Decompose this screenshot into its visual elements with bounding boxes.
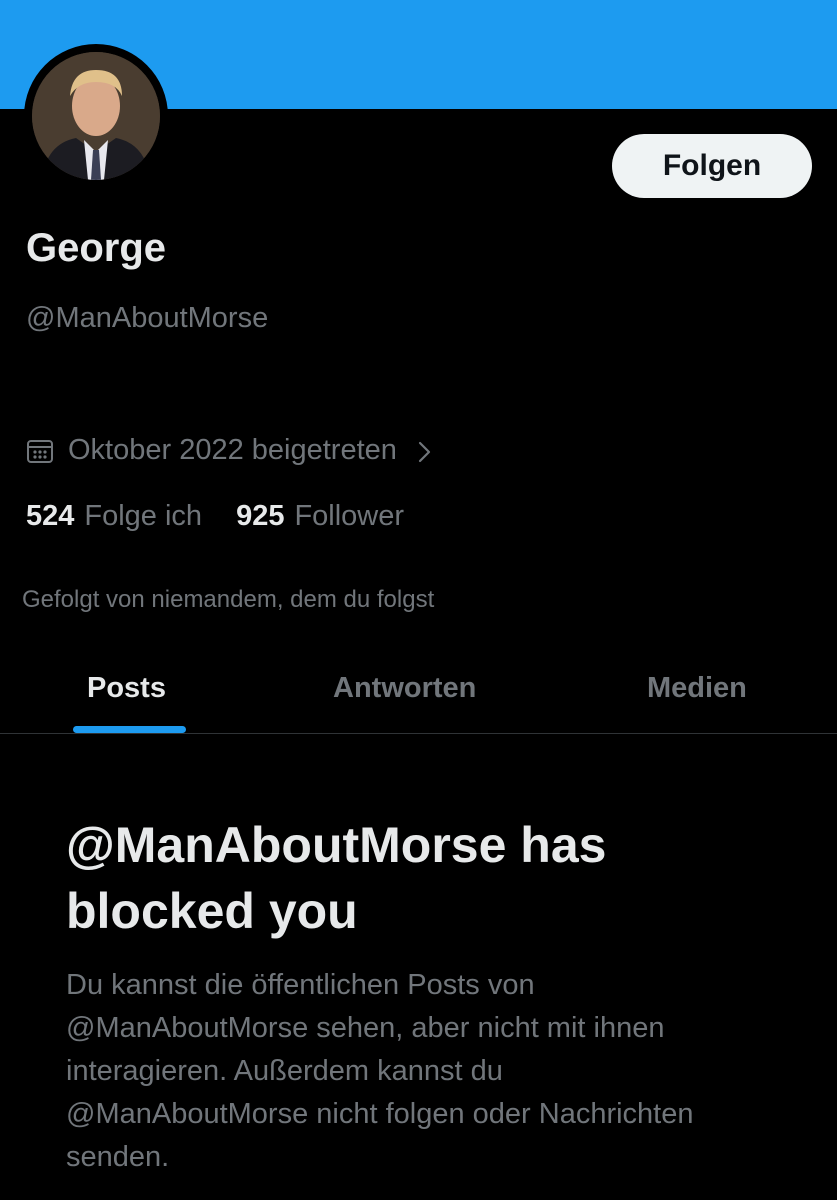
joined-date-row[interactable]: Oktober 2022 beigetreten xyxy=(26,434,433,467)
display-name: George xyxy=(26,226,167,270)
following-count: 524 xyxy=(26,500,75,532)
profile-stats: 524 Folge ich 925 Follower xyxy=(26,500,404,533)
follow-button[interactable]: Folgen xyxy=(612,134,812,198)
tab-replies[interactable]: Antworten xyxy=(200,650,620,726)
active-tab-indicator xyxy=(73,726,186,733)
profile-handle: @ManAboutMorse xyxy=(26,302,269,334)
chevron-right-icon xyxy=(417,439,433,463)
followers-label: Follower xyxy=(294,500,405,532)
followed-by-text: Gefolgt von niemandem, dem du folgst xyxy=(22,586,435,613)
followers-link[interactable]: 925 Follower xyxy=(236,500,404,533)
following-label: Folge ich xyxy=(84,500,203,532)
avatar[interactable] xyxy=(24,44,168,188)
followers-count: 925 xyxy=(236,500,285,532)
calendar-icon xyxy=(26,437,54,465)
blocked-message: Du kannst die öffentlichen Posts von @Ma… xyxy=(66,969,694,1173)
blocked-title: @ManAboutMorse has blocked you xyxy=(66,817,607,939)
tab-media[interactable]: Medien xyxy=(620,650,837,726)
tab-posts[interactable]: Posts xyxy=(0,650,200,726)
following-link[interactable]: 524 Folge ich xyxy=(26,500,202,533)
joined-date-text: Oktober 2022 beigetreten xyxy=(68,434,397,466)
avatar-photo xyxy=(32,52,160,180)
profile-tabs: Posts Antworten Medien xyxy=(0,650,837,734)
